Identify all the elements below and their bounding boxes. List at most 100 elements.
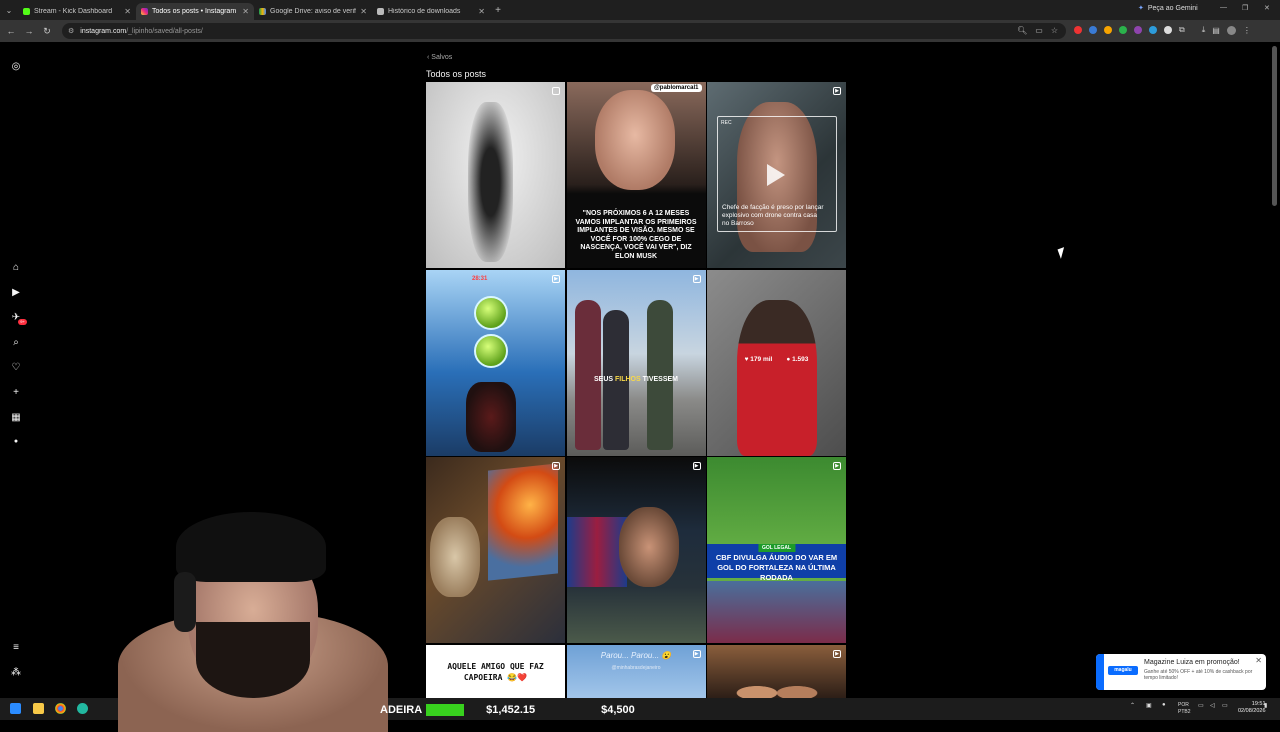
network-icon[interactable]: ▭ — [1198, 702, 1204, 709]
also-from-meta-icon[interactable]: ⁂ — [10, 667, 22, 679]
taskbar-clock[interactable]: 19:51 02/08/2026 — [1238, 701, 1266, 715]
ticker-value: $4,500 — [601, 703, 635, 716]
minimize-icon[interactable]: — — [1220, 4, 1227, 11]
post-tile[interactable] — [426, 82, 565, 268]
address-bar[interactable]: ⚙ instagram.com /_lipinho/saved/all-post… — [62, 23, 1066, 39]
profile-avatar[interactable] — [1226, 25, 1236, 35]
extension-icon[interactable] — [1074, 26, 1082, 34]
tab-google-drive[interactable]: Google Drive: aviso de verificação ✕ — [254, 3, 372, 20]
extension-icon[interactable] — [1089, 26, 1097, 34]
restore-icon[interactable]: ❐ — [1242, 4, 1248, 12]
close-icon[interactable]: ✕ — [478, 7, 485, 16]
more-menu-icon[interactable]: ≡ — [10, 642, 22, 654]
tray-app-icon[interactable]: ▣ — [1146, 702, 1152, 709]
battery-icon[interactable]: ▭ — [1222, 702, 1228, 709]
back-icon[interactable]: ← — [2, 26, 20, 36]
post-tile[interactable]: @pablomarcal1 "NOS PRÓXIMOS 6 A 12 MESES… — [566, 82, 706, 268]
language-code: POR — [1178, 702, 1189, 708]
chevron-up-icon[interactable]: ⌃ — [1130, 702, 1135, 709]
gemini-button[interactable]: ✦ Peça ao Gemini — [1138, 4, 1198, 13]
notifications-heart-icon[interactable]: ♡ — [10, 362, 22, 374]
post-tile[interactable]: AQUELE AMIGO QUE FAZ CAPOEIRA 😂❤️ — [426, 644, 565, 699]
post-tile[interactable]: Parou... Parou... 😮 @minhabrasdejaneiro … — [566, 644, 706, 699]
close-icon[interactable]: ✕ — [360, 7, 367, 16]
close-icon[interactable]: ✕ — [1255, 656, 1262, 665]
search-icon[interactable]: ⌕ — [10, 337, 22, 349]
tab-instagram[interactable]: Todos os posts • Instagram ✕ — [136, 3, 254, 20]
post-tile[interactable]: GOL LEGAL CBF DIVULGA ÁUDIO DO VAR EM GO… — [707, 457, 846, 643]
new-tab-button[interactable]: + — [490, 5, 506, 16]
dashboard-icon[interactable]: ▦ — [10, 412, 22, 424]
extension-icon[interactable] — [1134, 26, 1142, 34]
back-to-saved-link[interactable]: ‹ Salvos — [427, 54, 452, 61]
post-tile[interactable]: ♥ 179 mil ● 1.593 — [707, 269, 846, 456]
stream-ticker: ADEIRA $1,452.15 $4,500 — [380, 699, 635, 720]
post-image — [618, 507, 679, 587]
ticker-progress-bar — [426, 703, 465, 716]
close-icon[interactable]: ✕ — [242, 7, 249, 16]
post-image — [646, 299, 673, 450]
post-image — [727, 668, 827, 699]
post-caption: CBF DIVULGA ÁUDIO DO VAR EM GOL DO FORTA… — [715, 553, 838, 582]
notification-accent — [1096, 654, 1104, 690]
post-tile[interactable]: ▶ — [426, 457, 565, 643]
post-tile[interactable]: 28:31 ▶ — [426, 269, 565, 456]
side-panel-icon[interactable]: ▤ — [1212, 26, 1220, 35]
post-tile[interactable]: SEUS FILHOS TIVESSEM ▶ — [566, 269, 706, 456]
volume-icon[interactable]: ◁ — [1210, 702, 1215, 709]
input-language[interactable]: POR PTB2 — [1178, 702, 1191, 716]
clock-date: 02/08/2026 — [1238, 708, 1266, 714]
site-info-icon[interactable]: ⚙ — [68, 27, 74, 35]
tab-kick-dashboard[interactable]: Stream - Kick Dashboard ✕ — [18, 3, 136, 20]
tab-search-icon[interactable]: ⌄ — [0, 6, 18, 15]
post-tile[interactable]: ▶ — [566, 457, 706, 643]
extensions-puzzle-icon[interactable]: ⧉ — [1179, 25, 1185, 35]
window-close-icon[interactable]: ✕ — [1264, 4, 1270, 12]
downloads-icon[interactable]: ⤓ — [1202, 25, 1206, 35]
file-explorer-icon[interactable] — [33, 703, 44, 714]
forward-icon[interactable]: → — [20, 26, 38, 36]
edge-icon[interactable] — [77, 703, 88, 714]
page-title: Todos os posts — [426, 69, 487, 79]
webcam-image — [196, 622, 310, 698]
ticker-text: ADEIRA — [380, 703, 423, 716]
windows-start-icon[interactable] — [10, 703, 21, 714]
extension-icon[interactable] — [1149, 26, 1157, 34]
post-caption: AQUELE AMIGO QUE FAZ CAPOEIRA 😂❤️ — [447, 661, 544, 682]
download-icon — [377, 8, 384, 15]
streamer-webcam — [118, 512, 388, 732]
extension-icon[interactable] — [1164, 26, 1172, 34]
likes-count: 179 mil — [750, 355, 773, 363]
ticker-value: $1,452.15 — [486, 703, 536, 716]
close-icon[interactable]: ✕ — [124, 7, 131, 16]
tab-title: Todos os posts • Instagram — [152, 8, 237, 15]
instagram-logo-icon[interactable]: ◎ — [10, 61, 22, 73]
profile-avatar[interactable]: ● — [10, 436, 22, 448]
reel-icon: ▶ — [692, 649, 701, 658]
create-plus-icon[interactable]: + — [10, 387, 22, 399]
post-caption: Parou... Parou... 😮 — [600, 650, 672, 660]
game-timer: 28:31 — [472, 275, 488, 282]
promo-notification[interactable]: magalu Magazine Luiza em promoção! Ganhe… — [1096, 654, 1266, 690]
notifications-bell-icon[interactable]: ▮ — [1264, 702, 1267, 709]
bookmark-star-icon[interactable]: ☆ — [1051, 26, 1058, 35]
post-tile[interactable]: REC Chefe de facção é preso por lançar e… — [707, 82, 846, 268]
zoom-icon[interactable]: 🔍︎ — [1017, 26, 1027, 35]
reel-icon: ▶ — [833, 87, 841, 95]
post-tile[interactable]: ▶ — [707, 644, 846, 699]
cast-icon[interactable]: ▭ — [1035, 26, 1043, 35]
reload-icon[interactable]: ↻ — [38, 26, 56, 37]
reel-icon: ▶ — [552, 274, 560, 283]
microphone-icon[interactable]: ● — [1162, 702, 1166, 708]
extension-icon[interactable] — [1119, 26, 1127, 34]
saved-posts-grid: @pablomarcal1 "NOS PRÓXIMOS 6 A 12 MESES… — [426, 82, 846, 699]
webcam-image — [176, 512, 326, 582]
reel-icon: ▶ — [692, 274, 701, 283]
extension-icon[interactable] — [1104, 26, 1112, 34]
reels-icon[interactable]: ▶ — [10, 287, 22, 299]
menu-kebab-icon[interactable]: ⋮ — [1243, 26, 1251, 35]
tab-downloads[interactable]: Histórico de downloads ✕ — [372, 3, 490, 20]
page-scrollbar[interactable] — [1272, 46, 1277, 206]
home-icon[interactable]: ⌂ — [10, 262, 22, 274]
chrome-icon[interactable] — [55, 703, 66, 714]
